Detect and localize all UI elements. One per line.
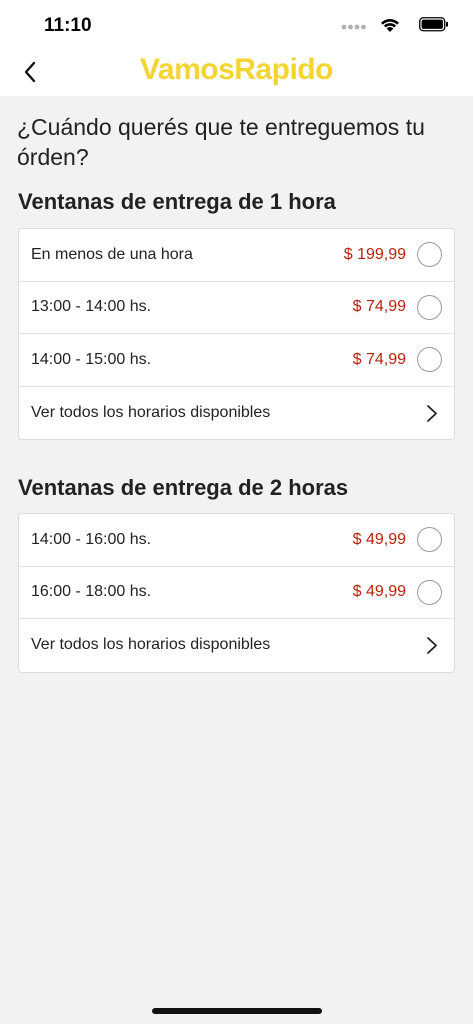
signal-icon bbox=[341, 24, 366, 30]
app-logo: VamosRapido bbox=[140, 53, 333, 86]
delivery-option-row[interactable]: 14:00 - 15:00 hs. $ 74,99 bbox=[19, 334, 454, 387]
see-all-times-link[interactable]: Ver todos los horarios disponibles bbox=[19, 619, 454, 672]
status-time: 11:10 bbox=[44, 15, 92, 36]
radio-icon[interactable] bbox=[417, 579, 442, 605]
delivery-option-label: 16:00 - 18:00 hs. bbox=[31, 583, 152, 601]
delivery-option-price: $ 49,99 bbox=[352, 530, 406, 548]
delivery-option-row[interactable]: 13:00 - 14:00 hs. $ 74,99 bbox=[19, 282, 454, 334]
radio-icon[interactable] bbox=[417, 527, 442, 553]
battery-icon bbox=[419, 17, 448, 32]
wifi-icon bbox=[381, 19, 399, 32]
delivery-option-price: $ 74,99 bbox=[352, 298, 406, 316]
home-indicator[interactable] bbox=[152, 1008, 322, 1014]
radio-icon[interactable] bbox=[417, 242, 442, 268]
delivery-windows-2-hours-card: 14:00 - 16:00 hs. $ 49,99 16:00 - 18:00 … bbox=[18, 513, 455, 673]
status-bar: 11:10 bbox=[0, 0, 473, 48]
see-all-times-label: Ver todos los horarios disponibles bbox=[31, 636, 271, 654]
radio-icon[interactable] bbox=[417, 347, 442, 373]
delivery-option-row[interactable]: 14:00 - 16:00 hs. $ 49,99 bbox=[19, 514, 454, 567]
nav-bar: VamosRapido bbox=[0, 48, 473, 96]
chevron-right-icon bbox=[427, 637, 437, 654]
delivery-option-label: 14:00 - 16:00 hs. bbox=[31, 530, 152, 548]
section-title-1-hour: Ventanas de entrega de 1 hora bbox=[18, 189, 336, 214]
delivery-option-row[interactable]: 16:00 - 18:00 hs. $ 49,99 bbox=[19, 567, 454, 619]
delivery-option-label: 13:00 - 14:00 hs. bbox=[31, 298, 152, 316]
delivery-option-price: $ 199,99 bbox=[343, 245, 406, 263]
delivery-option-price: $ 49,99 bbox=[352, 583, 406, 601]
delivery-option-price: $ 74,99 bbox=[352, 350, 406, 368]
section-title-2-hours: Ventanas de entrega de 2 horas bbox=[18, 475, 349, 500]
page-question: ¿Cuándo querés que te entreguemos tu órd… bbox=[17, 114, 425, 170]
delivery-option-row[interactable]: En menos de una hora $ 199,99 bbox=[19, 229, 454, 282]
delivery-windows-1-hour-card: En menos de una hora $ 199,99 13:00 - 14… bbox=[18, 228, 455, 440]
chevron-right-icon bbox=[427, 404, 437, 422]
see-all-times-link[interactable]: Ver todos los horarios disponibles bbox=[19, 387, 454, 440]
see-all-times-label: Ver todos los horarios disponibles bbox=[31, 403, 271, 421]
radio-icon[interactable] bbox=[417, 294, 442, 320]
delivery-option-label: 14:00 - 15:00 hs. bbox=[31, 350, 152, 368]
delivery-option-label: En menos de una hora bbox=[31, 245, 193, 263]
